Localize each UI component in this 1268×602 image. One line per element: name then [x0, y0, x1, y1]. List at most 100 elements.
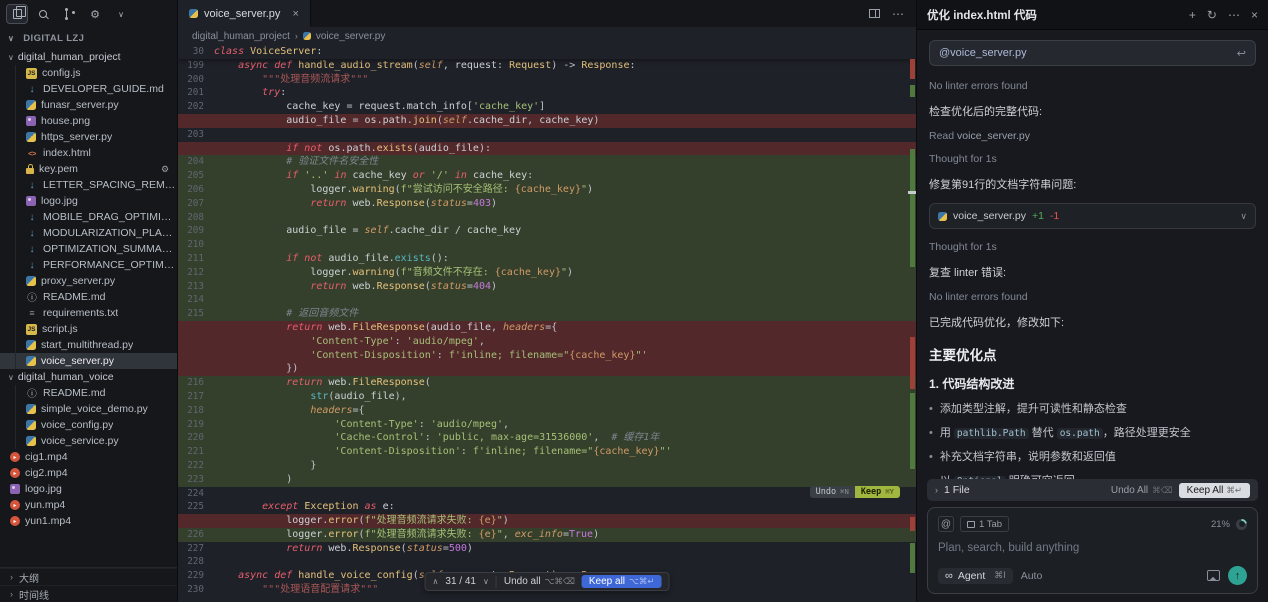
- tab-voice-server[interactable]: voice_server.py ×: [178, 0, 311, 27]
- added-code-line[interactable]: 205 if '..' in cache_key or '/' in cache…: [178, 169, 916, 183]
- keep-all-button[interactable]: Keep All⌘↵: [1179, 483, 1250, 498]
- file-item[interactable]: ⓘREADME.md: [0, 289, 177, 305]
- added-code-line[interactable]: 222 }: [178, 459, 916, 473]
- code-line[interactable]: 199 async def handle_audio_stream(self, …: [178, 59, 916, 73]
- file-item[interactable]: funasr_server.py: [0, 97, 177, 113]
- added-code-line[interactable]: 216 return web.FileResponse(: [178, 376, 916, 390]
- file-item[interactable]: logo.jpg: [0, 193, 177, 209]
- workspace-root[interactable]: ∨ DIGITAL LZJ: [0, 28, 177, 49]
- chevron-up-icon[interactable]: ∧: [433, 577, 439, 586]
- code-line[interactable]: 227 return web.Response(status=500): [178, 542, 916, 556]
- file-item[interactable]: JSscript.js: [0, 321, 177, 337]
- settings-gear-icon[interactable]: ⚙: [84, 4, 106, 24]
- timeline-section[interactable]: › 时间线: [0, 585, 177, 602]
- added-code-line[interactable]: 206 logger.warning(f"尝试访问不安全路径: {cache_k…: [178, 183, 916, 197]
- file-item[interactable]: proxy_server.py: [0, 273, 177, 289]
- breadcrumb-file[interactable]: voice_server.py: [316, 31, 385, 42]
- file-item[interactable]: https_server.py: [0, 129, 177, 145]
- deleted-code-line[interactable]: return web.FileResponse(audio_file, head…: [178, 321, 916, 335]
- chat-input[interactable]: Plan, search, build anything: [938, 542, 1247, 554]
- file-item[interactable]: ↓LETTER_SPACING_REMOV...: [0, 177, 177, 193]
- split-editor-icon[interactable]: [869, 9, 880, 18]
- deleted-code-line[interactable]: }): [178, 362, 916, 376]
- file-item[interactable]: ↓MODULARIZATION_PLAN.md: [0, 225, 177, 241]
- outline-section[interactable]: › 大纲: [0, 568, 177, 585]
- undo-all-button[interactable]: Undo all⌥⌘⌫: [504, 576, 575, 587]
- keep-all-button[interactable]: Keep all⌥⌘↵: [582, 575, 662, 588]
- code-editor[interactable]: 30 class VoiceServer: 199 async def hand…: [178, 45, 916, 602]
- file-item[interactable]: start_multithread.py: [0, 337, 177, 353]
- file-change-card[interactable]: voice_server.py+1-1∨: [929, 203, 1256, 229]
- close-icon[interactable]: ×: [292, 8, 298, 20]
- model-selector[interactable]: Auto: [1021, 570, 1043, 582]
- source-control-icon[interactable]: [58, 4, 80, 24]
- breadcrumb-project[interactable]: digital_human_project: [192, 31, 290, 42]
- agent-mode-chip[interactable]: ∞ Agent ⌘I: [938, 568, 1013, 584]
- deleted-code-line[interactable]: 'Content-Disposition': f'inline; filenam…: [178, 349, 916, 363]
- code-line[interactable]: 202 cache_key = request.match_info['cach…: [178, 100, 916, 114]
- added-code-line[interactable]: 208: [178, 211, 916, 225]
- search-icon[interactable]: [32, 4, 54, 24]
- file-item[interactable]: voice_service.py: [0, 433, 177, 449]
- file-item[interactable]: <>index.html: [0, 145, 177, 161]
- close-icon[interactable]: ×: [1251, 8, 1258, 22]
- file-item[interactable]: ▸cig2.mp4: [0, 465, 177, 481]
- new-chat-icon[interactable]: +: [1189, 8, 1196, 22]
- code-line[interactable]: 228: [178, 555, 916, 569]
- deleted-code-line[interactable]: 'Content-Type': 'audio/mpeg',: [178, 335, 916, 349]
- added-code-line[interactable]: 219 'Content-Type': 'audio/mpeg',: [178, 418, 916, 432]
- added-code-line[interactable]: 218 headers={: [178, 404, 916, 418]
- added-code-line[interactable]: 226 logger.error(f"处理音频流请求失败: {e}", exc_…: [178, 528, 916, 542]
- chevron-down-icon[interactable]: ∨: [110, 4, 132, 24]
- file-item[interactable]: JSconfig.js: [0, 65, 177, 81]
- more-icon[interactable]: ⋯: [892, 7, 904, 21]
- file-item[interactable]: ▸yun.mp4: [0, 497, 177, 513]
- chevron-right-icon[interactable]: ›: [935, 485, 938, 495]
- added-code-line[interactable]: 211 if not audio_file.exists():: [178, 252, 916, 266]
- code-line[interactable]: 203: [178, 128, 916, 142]
- composer[interactable]: @ 1 Tab 21% Plan, search, build anything…: [927, 507, 1258, 594]
- keep-chip[interactable]: Keep⌘Y: [855, 486, 900, 498]
- file-item[interactable]: ↓MOBILE_DRAG_OPTIMIZATI...: [0, 209, 177, 225]
- tab-context-chip[interactable]: 1 Tab: [960, 516, 1009, 532]
- mention-button[interactable]: @: [938, 516, 954, 532]
- code-line[interactable]: 224: [178, 487, 916, 501]
- sticky-scroll-line[interactable]: 30 class VoiceServer:: [178, 45, 916, 59]
- file-item[interactable]: ▸cig1.mp4: [0, 449, 177, 465]
- file-item[interactable]: key.pem⚙: [0, 161, 177, 177]
- deleted-code-line[interactable]: audio_file = os.path.join(self.cache_dir…: [178, 114, 916, 128]
- added-code-line[interactable]: 215 # 返回音频文件: [178, 307, 916, 321]
- deleted-code-line[interactable]: if not os.path.exists(audio_file):: [178, 142, 916, 156]
- added-code-line[interactable]: 223 ): [178, 473, 916, 487]
- added-code-line[interactable]: 213 return web.Response(status=404): [178, 280, 916, 294]
- chevron-down-icon[interactable]: ∨: [483, 577, 489, 586]
- added-code-line[interactable]: 220 'Cache-Control': 'public, max-age=31…: [178, 431, 916, 445]
- file-item[interactable]: logo.jpg: [0, 481, 177, 497]
- history-icon[interactable]: ↻: [1207, 8, 1217, 22]
- restore-checkpoint-icon[interactable]: ↩: [1237, 47, 1246, 60]
- added-code-line[interactable]: 221 'Content-Disposition': f'inline; fil…: [178, 445, 916, 459]
- folder-item[interactable]: ∨digital_human_voice: [0, 369, 177, 385]
- added-code-line[interactable]: 207 return web.Response(status=403): [178, 197, 916, 211]
- added-code-line[interactable]: 212 logger.warning(f"音频文件不存在: {cache_key…: [178, 266, 916, 280]
- file-item[interactable]: voice_server.py: [0, 353, 177, 369]
- file-item[interactable]: ↓PERFORMANCE_OPTIMIZA...: [0, 257, 177, 273]
- breadcrumb[interactable]: digital_human_project › voice_server.py: [178, 27, 916, 45]
- file-item[interactable]: simple_voice_demo.py: [0, 401, 177, 417]
- file-item[interactable]: house.png: [0, 113, 177, 129]
- undo-chip[interactable]: Undo⌘N: [810, 486, 855, 498]
- overview-ruler[interactable]: [910, 45, 916, 602]
- more-icon[interactable]: ⋯: [1228, 8, 1240, 22]
- file-item[interactable]: ⓘREADME.md: [0, 385, 177, 401]
- file-item[interactable]: ↓DEVELOPER_GUIDE.md: [0, 81, 177, 97]
- undo-all-button[interactable]: Undo All⌘⌫: [1111, 485, 1173, 496]
- file-item[interactable]: ↓OPTIMIZATION_SUMMARY....: [0, 241, 177, 257]
- added-code-line[interactable]: 217 str(audio_file),: [178, 390, 916, 404]
- folder-item[interactable]: ∨digital_human_project: [0, 49, 177, 65]
- image-icon[interactable]: [1207, 570, 1220, 581]
- deleted-code-line[interactable]: logger.error(f"处理音频流请求失败: {e}"): [178, 514, 916, 528]
- file-item[interactable]: ▸yun1.mp4: [0, 513, 177, 529]
- added-code-line[interactable]: 204 # 验证文件名安全性: [178, 155, 916, 169]
- code-line[interactable]: 225 except Exception as e:: [178, 500, 916, 514]
- file-item[interactable]: voice_config.py: [0, 417, 177, 433]
